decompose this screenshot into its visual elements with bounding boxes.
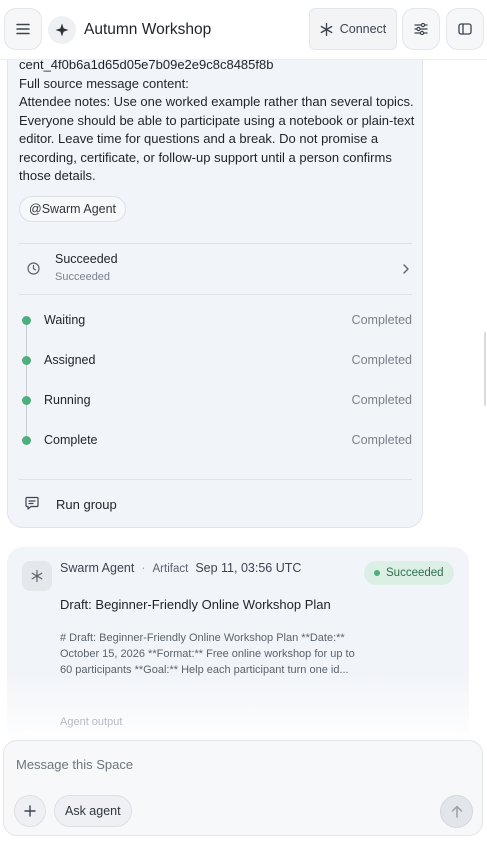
plus-icon xyxy=(24,805,36,817)
clock-icon xyxy=(27,262,40,275)
timeline-step: Running Completed xyxy=(19,391,412,411)
scrollbar-thumb[interactable] xyxy=(484,332,486,406)
step-label: Running xyxy=(44,393,91,407)
run-group-button[interactable]: Run group xyxy=(19,489,412,519)
run-group-label: Run group xyxy=(56,497,117,512)
step-done-dot xyxy=(22,396,31,405)
artifact-timestamp: Sep 11, 03:56 UTC xyxy=(195,561,302,575)
timeline-step: Complete Completed xyxy=(19,431,412,451)
step-state: Completed xyxy=(351,393,412,407)
meta-separator: · xyxy=(141,561,146,575)
chat-group-icon xyxy=(25,496,39,510)
sliders-icon xyxy=(414,23,428,35)
sidebar-panel-icon xyxy=(458,23,472,35)
hamburger-icon xyxy=(16,23,30,35)
divider xyxy=(19,479,412,480)
agent-output-label: Agent output xyxy=(60,716,123,728)
message-body: Attendee notes: Use one worked example r… xyxy=(19,94,415,183)
source-label: Full source message content: xyxy=(19,75,189,91)
source-message: cent_4f0b6a1d65d05e7b09e2e9c8c8485f8b Fu… xyxy=(19,56,419,186)
agent-avatar xyxy=(22,561,52,591)
sparkle-icon xyxy=(55,23,69,37)
add-attachment-button[interactable] xyxy=(14,795,46,827)
timeline-step: Assigned Completed xyxy=(19,351,412,371)
artifact-card[interactable]: Swarm Agent · Artifact Sep 11, 03:56 UTC… xyxy=(7,547,469,747)
step-label: Assigned xyxy=(44,353,96,367)
step-label: Waiting xyxy=(44,313,86,327)
connect-button[interactable]: Connect xyxy=(309,8,397,50)
agent-name: Swarm Agent xyxy=(60,561,135,575)
top-bar: Autumn Workshop Connect xyxy=(0,0,487,60)
step-state: Completed xyxy=(351,353,412,367)
connect-label: Connect xyxy=(339,22,387,36)
artifact-kind: Artifact xyxy=(152,563,189,575)
step-state: Completed xyxy=(351,313,412,327)
artifact-title[interactable]: Draft: Beginner-Friendly Online Workshop… xyxy=(60,597,331,612)
timeline-step: Waiting Completed xyxy=(19,311,412,331)
step-label: Complete xyxy=(44,433,98,447)
artifact-meta: Swarm Agent · Artifact Sep 11, 03:56 UTC xyxy=(60,561,301,575)
space-title: Autumn Workshop xyxy=(84,21,212,38)
chevron-right-icon xyxy=(403,264,409,274)
step-done-dot xyxy=(22,436,31,445)
toggle-panel-button[interactable] xyxy=(446,8,484,50)
run-status-row[interactable]: Succeeded Succeeded xyxy=(19,244,412,294)
divider xyxy=(19,294,412,295)
asterisk-icon xyxy=(31,570,43,582)
step-done-dot xyxy=(22,316,31,325)
run-card: cent_4f0b6a1d65d05e7b09e2e9c8c8485f8b Fu… xyxy=(7,40,423,528)
menu-button[interactable] xyxy=(4,8,42,50)
run-status-subtitle: Succeeded xyxy=(55,271,111,283)
asterisk-icon xyxy=(320,22,333,36)
message-input[interactable] xyxy=(16,753,456,775)
settings-button[interactable] xyxy=(402,8,440,50)
agent-mention-chip[interactable]: @Swarm Agent xyxy=(19,196,127,222)
ask-agent-button[interactable]: Ask agent xyxy=(54,795,132,827)
space-logo xyxy=(48,16,76,44)
message-composer: Ask agent xyxy=(3,740,483,836)
step-done-dot xyxy=(22,356,31,365)
arrow-up-icon xyxy=(451,805,462,818)
timeline-line xyxy=(26,321,27,441)
send-button[interactable] xyxy=(440,795,473,828)
step-state: Completed xyxy=(351,433,412,447)
run-status-title: Succeeded xyxy=(55,252,118,266)
status-badge: Succeeded xyxy=(364,561,454,585)
artifact-snippet: # Draft: Beginner-Friendly Online Worksh… xyxy=(60,632,355,676)
